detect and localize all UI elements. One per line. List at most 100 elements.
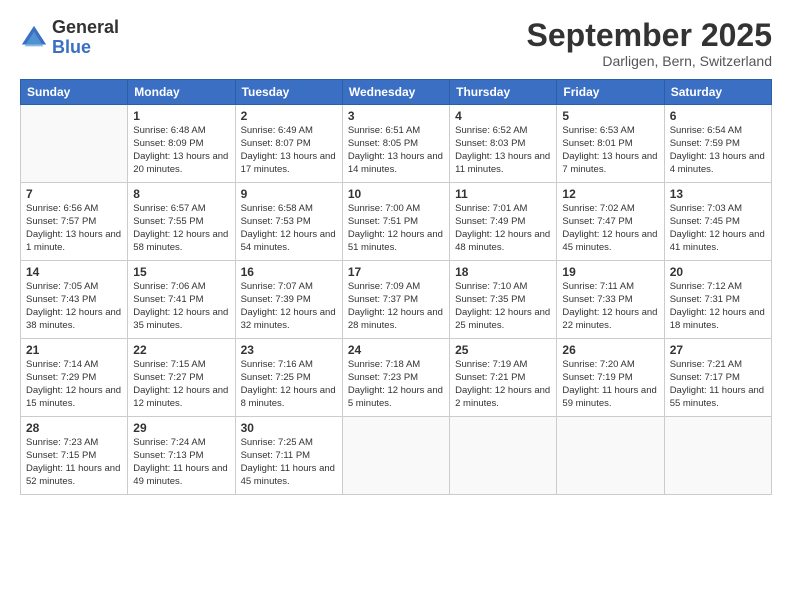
- day-number: 15: [133, 265, 229, 279]
- table-cell: [557, 417, 664, 495]
- day-detail: Sunrise: 7:06 AM Sunset: 7:41 PM Dayligh…: [133, 281, 229, 332]
- day-detail: Sunrise: 7:18 AM Sunset: 7:23 PM Dayligh…: [348, 359, 444, 410]
- day-number: 17: [348, 265, 444, 279]
- table-cell: 22 Sunrise: 7:15 AM Sunset: 7:27 PM Dayli…: [128, 339, 235, 417]
- logo-general-text: General: [52, 18, 119, 38]
- table-row: 21 Sunrise: 7:14 AM Sunset: 7:29 PM Dayli…: [21, 339, 772, 417]
- col-monday: Monday: [128, 80, 235, 105]
- logo: General Blue: [20, 18, 119, 58]
- day-detail: Sunrise: 7:24 AM Sunset: 7:13 PM Dayligh…: [133, 437, 229, 488]
- table-cell: 1Sunrise: 6:48 AM Sunset: 8:09 PM Daylig…: [128, 105, 235, 183]
- header: General Blue September 2025 Darligen, Be…: [20, 18, 772, 69]
- logo-icon: [20, 24, 48, 52]
- table-row: 14 Sunrise: 7:05 AM Sunset: 7:43 PM Dayli…: [21, 261, 772, 339]
- day-detail: Sunrise: 7:01 AM Sunset: 7:49 PM Dayligh…: [455, 203, 551, 254]
- day-detail: Sunrise: 6:54 AM Sunset: 7:59 PM Dayligh…: [670, 125, 766, 176]
- day-number: 9: [241, 187, 337, 201]
- table-cell: 23Sunrise: 7:16 AM Sunset: 7:25 PM Dayli…: [235, 339, 342, 417]
- table-cell: 21 Sunrise: 7:14 AM Sunset: 7:29 PM Dayli…: [21, 339, 128, 417]
- day-detail: Sunrise: 7:07 AM Sunset: 7:39 PM Dayligh…: [241, 281, 337, 332]
- day-number: 20: [670, 265, 766, 279]
- day-detail: Sunrise: 7:20 AM Sunset: 7:19 PM Dayligh…: [562, 359, 658, 410]
- col-thursday: Thursday: [450, 80, 557, 105]
- table-cell: [664, 417, 771, 495]
- table-cell: 8Sunrise: 6:57 AM Sunset: 7:55 PM Daylig…: [128, 183, 235, 261]
- day-number: 23: [241, 343, 337, 357]
- table-row: 1Sunrise: 6:48 AM Sunset: 8:09 PM Daylig…: [21, 105, 772, 183]
- table-cell: 14 Sunrise: 7:05 AM Sunset: 7:43 PM Dayli…: [21, 261, 128, 339]
- title-block: September 2025 Darligen, Bern, Switzerla…: [527, 18, 772, 69]
- day-number: 29: [133, 421, 229, 435]
- table-cell: 24 Sunrise: 7:18 AM Sunset: 7:23 PM Dayli…: [342, 339, 449, 417]
- logo-text: General Blue: [52, 18, 119, 58]
- table-row: 7 Sunrise: 6:56 AM Sunset: 7:57 PM Daylig…: [21, 183, 772, 261]
- page: General Blue September 2025 Darligen, Be…: [0, 0, 792, 612]
- col-sunday: Sunday: [21, 80, 128, 105]
- day-number: 13: [670, 187, 766, 201]
- day-number: 4: [455, 109, 551, 123]
- table-cell: 15 Sunrise: 7:06 AM Sunset: 7:41 PM Dayli…: [128, 261, 235, 339]
- day-detail: Sunrise: 6:57 AM Sunset: 7:55 PM Dayligh…: [133, 203, 229, 254]
- day-number: 5: [562, 109, 658, 123]
- day-number: 12: [562, 187, 658, 201]
- day-number: 28: [26, 421, 122, 435]
- day-number: 7: [26, 187, 122, 201]
- day-detail: Sunrise: 6:51 AM Sunset: 8:05 PM Dayligh…: [348, 125, 444, 176]
- day-detail: Sunrise: 7:03 AM Sunset: 7:45 PM Dayligh…: [670, 203, 766, 254]
- day-detail: Sunrise: 7:15 AM Sunset: 7:27 PM Dayligh…: [133, 359, 229, 410]
- table-cell: 5Sunrise: 6:53 AM Sunset: 8:01 PM Daylig…: [557, 105, 664, 183]
- day-detail: Sunrise: 7:12 AM Sunset: 7:31 PM Dayligh…: [670, 281, 766, 332]
- day-number: 11: [455, 187, 551, 201]
- day-detail: Sunrise: 7:09 AM Sunset: 7:37 PM Dayligh…: [348, 281, 444, 332]
- day-number: 3: [348, 109, 444, 123]
- day-number: 18: [455, 265, 551, 279]
- table-cell: 27 Sunrise: 7:21 AM Sunset: 7:17 PM Dayli…: [664, 339, 771, 417]
- table-cell: 29 Sunrise: 7:24 AM Sunset: 7:13 PM Dayli…: [128, 417, 235, 495]
- day-detail: Sunrise: 7:05 AM Sunset: 7:43 PM Dayligh…: [26, 281, 122, 332]
- day-detail: Sunrise: 7:02 AM Sunset: 7:47 PM Dayligh…: [562, 203, 658, 254]
- table-cell: [450, 417, 557, 495]
- table-cell: 2Sunrise: 6:49 AM Sunset: 8:07 PM Daylig…: [235, 105, 342, 183]
- table-cell: 10 Sunrise: 7:00 AM Sunset: 7:51 PM Dayli…: [342, 183, 449, 261]
- table-cell: 19Sunrise: 7:11 AM Sunset: 7:33 PM Dayli…: [557, 261, 664, 339]
- table-cell: 11 Sunrise: 7:01 AM Sunset: 7:49 PM Dayli…: [450, 183, 557, 261]
- day-detail: Sunrise: 6:49 AM Sunset: 8:07 PM Dayligh…: [241, 125, 337, 176]
- table-cell: 9Sunrise: 6:58 AM Sunset: 7:53 PM Daylig…: [235, 183, 342, 261]
- day-number: 24: [348, 343, 444, 357]
- table-cell: 17 Sunrise: 7:09 AM Sunset: 7:37 PM Dayli…: [342, 261, 449, 339]
- table-cell: 3 Sunrise: 6:51 AM Sunset: 8:05 PM Daylig…: [342, 105, 449, 183]
- location-subtitle: Darligen, Bern, Switzerland: [527, 53, 772, 69]
- table-cell: 6 Sunrise: 6:54 AM Sunset: 7:59 PM Daylig…: [664, 105, 771, 183]
- table-cell: 7 Sunrise: 6:56 AM Sunset: 7:57 PM Daylig…: [21, 183, 128, 261]
- day-number: 27: [670, 343, 766, 357]
- table-cell: 26Sunrise: 7:20 AM Sunset: 7:19 PM Dayli…: [557, 339, 664, 417]
- table-cell: [21, 105, 128, 183]
- table-cell: 12 Sunrise: 7:02 AM Sunset: 7:47 PM Dayli…: [557, 183, 664, 261]
- day-detail: Sunrise: 7:11 AM Sunset: 7:33 PM Dayligh…: [562, 281, 658, 332]
- table-cell: 20 Sunrise: 7:12 AM Sunset: 7:31 PM Dayli…: [664, 261, 771, 339]
- table-row: 28 Sunrise: 7:23 AM Sunset: 7:15 PM Dayli…: [21, 417, 772, 495]
- day-detail: Sunrise: 7:25 AM Sunset: 7:11 PM Dayligh…: [241, 437, 337, 488]
- day-number: 1: [133, 109, 229, 123]
- table-cell: 25Sunrise: 7:19 AM Sunset: 7:21 PM Dayli…: [450, 339, 557, 417]
- day-number: 21: [26, 343, 122, 357]
- day-number: 6: [670, 109, 766, 123]
- day-number: 30: [241, 421, 337, 435]
- logo-blue-text: Blue: [52, 38, 119, 58]
- day-detail: Sunrise: 7:14 AM Sunset: 7:29 PM Dayligh…: [26, 359, 122, 410]
- day-number: 14: [26, 265, 122, 279]
- day-number: 16: [241, 265, 337, 279]
- table-cell: 30 Sunrise: 7:25 AM Sunset: 7:11 PM Dayli…: [235, 417, 342, 495]
- day-detail: Sunrise: 6:52 AM Sunset: 8:03 PM Dayligh…: [455, 125, 551, 176]
- table-cell: 4 Sunrise: 6:52 AM Sunset: 8:03 PM Daylig…: [450, 105, 557, 183]
- table-cell: 18Sunrise: 7:10 AM Sunset: 7:35 PM Dayli…: [450, 261, 557, 339]
- day-number: 10: [348, 187, 444, 201]
- day-detail: Sunrise: 7:23 AM Sunset: 7:15 PM Dayligh…: [26, 437, 122, 488]
- day-detail: Sunrise: 7:21 AM Sunset: 7:17 PM Dayligh…: [670, 359, 766, 410]
- day-number: 22: [133, 343, 229, 357]
- day-detail: Sunrise: 7:00 AM Sunset: 7:51 PM Dayligh…: [348, 203, 444, 254]
- col-wednesday: Wednesday: [342, 80, 449, 105]
- day-detail: Sunrise: 6:56 AM Sunset: 7:57 PM Dayligh…: [26, 203, 122, 254]
- col-tuesday: Tuesday: [235, 80, 342, 105]
- col-saturday: Saturday: [664, 80, 771, 105]
